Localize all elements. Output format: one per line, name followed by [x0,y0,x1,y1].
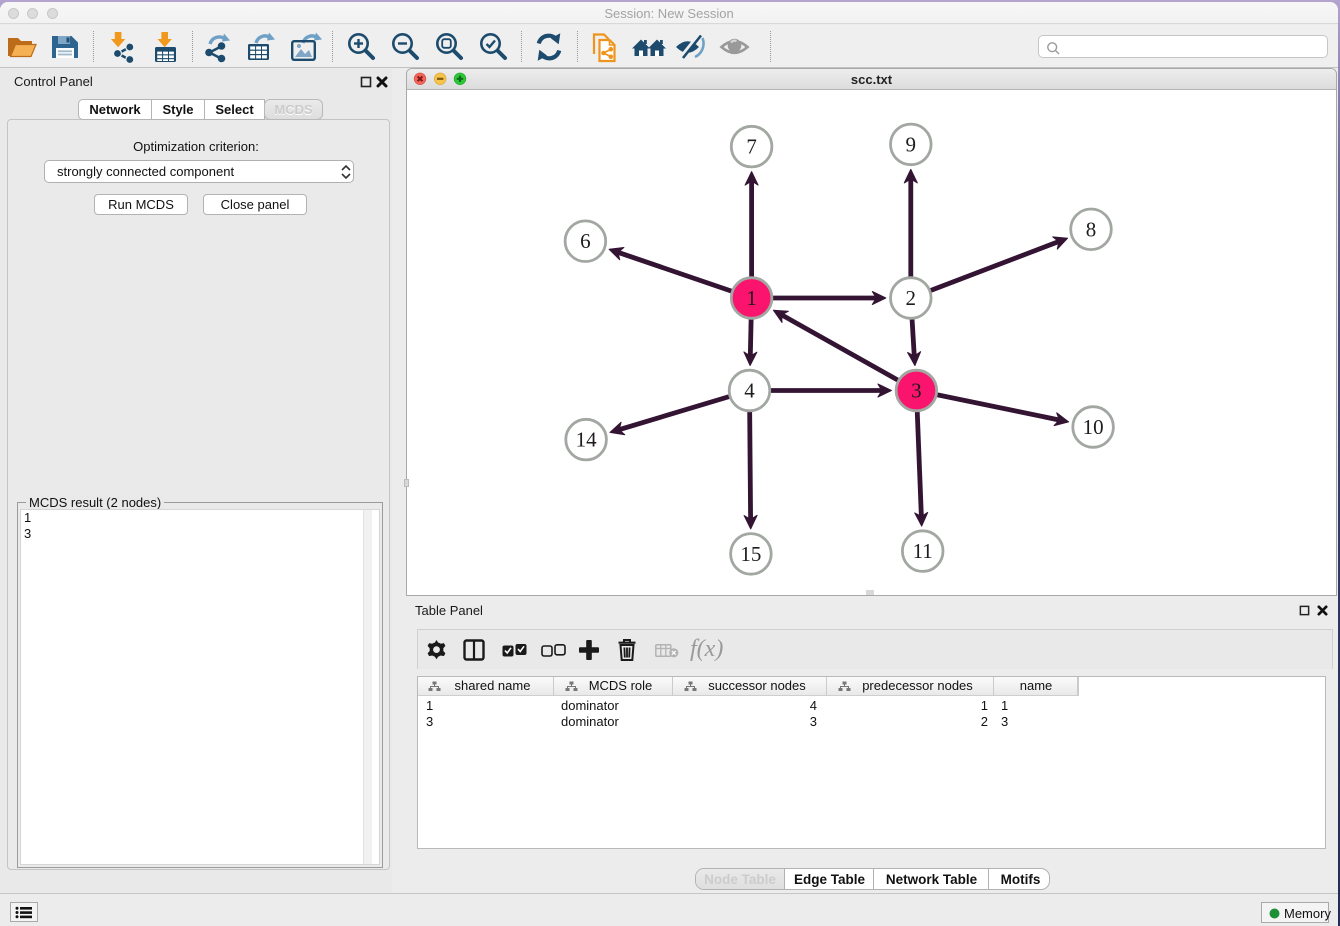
svg-text:4: 4 [744,379,755,403]
svg-text:8: 8 [1086,217,1097,241]
svg-text:7: 7 [746,135,757,159]
svg-text:2: 2 [906,286,917,310]
svg-text:14: 14 [576,428,598,452]
svg-text:6: 6 [580,229,591,253]
svg-text:9: 9 [906,132,917,156]
svg-text:1: 1 [746,286,757,310]
svg-text:3: 3 [911,379,922,403]
svg-text:11: 11 [913,539,933,563]
svg-text:15: 15 [740,542,761,566]
svg-text:10: 10 [1083,415,1104,439]
